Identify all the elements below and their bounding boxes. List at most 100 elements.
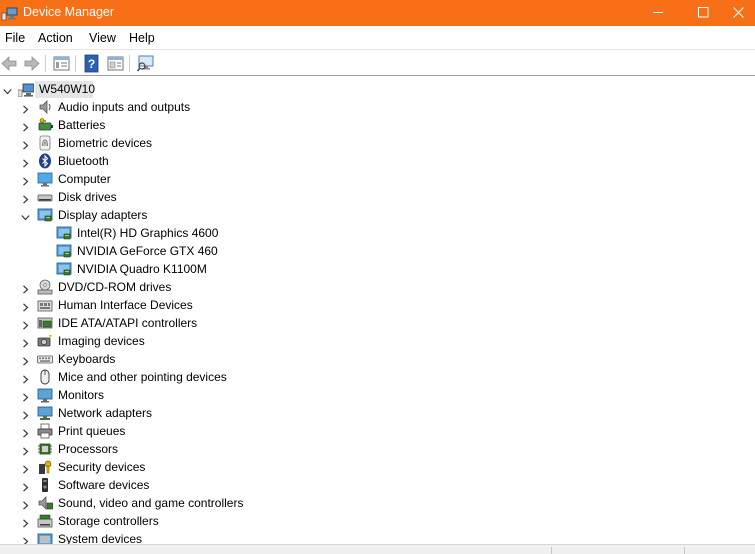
chevron-right-icon <box>23 375 29 384</box>
tree-root-computer[interactable]: W540W10 <box>0 80 755 98</box>
display-adapter-icon <box>37 208 53 222</box>
expand-toggle[interactable] <box>21 355 30 366</box>
expand-toggle[interactable] <box>21 157 30 168</box>
camera-icon <box>37 335 52 347</box>
expand-toggle[interactable] <box>21 391 30 402</box>
tree-category-disk-drive[interactable]: Disk drives <box>0 188 755 206</box>
tree-node-icon <box>37 207 53 223</box>
tree-node-icon <box>37 153 53 169</box>
expand-toggle[interactable] <box>21 499 30 510</box>
display-adapter-icon <box>56 244 72 258</box>
tree-category-processor[interactable]: Processors <box>0 440 755 458</box>
tree-category-printer[interactable]: Print queues <box>0 422 755 440</box>
toolbar: ? <box>0 51 755 76</box>
expand-toggle[interactable] <box>21 427 30 438</box>
menu-help[interactable]: Help <box>129 31 155 45</box>
chevron-right-icon <box>23 105 29 114</box>
tree-category-hid[interactable]: Human Interface Devices <box>0 296 755 314</box>
fingerprint-icon <box>39 135 51 151</box>
expand-toggle[interactable] <box>21 121 30 132</box>
help-button[interactable]: ? <box>82 54 101 73</box>
expand-toggle[interactable] <box>21 103 30 114</box>
expand-toggle[interactable] <box>21 445 30 456</box>
tree-node-label: Display adapters <box>58 208 148 222</box>
expand-toggle[interactable] <box>21 319 30 330</box>
tree-category-computer[interactable]: Computer <box>0 170 755 188</box>
chevron-right-icon <box>23 411 29 420</box>
menu-view[interactable]: View <box>89 31 116 45</box>
tree-device-item[interactable]: NVIDIA Quadro K1100M <box>0 260 755 278</box>
tree-category-network-adapter[interactable]: Network adapters <box>0 404 755 422</box>
tree-device-item[interactable]: Intel(R) HD Graphics 4600 <box>0 224 755 242</box>
tree-category-display-adapter[interactable]: Display adapters <box>0 206 755 224</box>
properties-button[interactable] <box>52 54 71 73</box>
chevron-down-icon <box>3 89 12 95</box>
expand-toggle[interactable] <box>21 463 30 474</box>
tree-node-label: Audio inputs and outputs <box>58 100 191 114</box>
tree-node-label: Intel(R) HD Graphics 4600 <box>77 226 219 240</box>
show-hide-panel-icon <box>107 56 124 71</box>
tree-node-icon <box>37 117 53 133</box>
scan-hardware-button[interactable] <box>136 54 155 73</box>
close-icon <box>733 7 744 18</box>
tree-node-label: Software devices <box>58 478 150 492</box>
minimize-button[interactable] <box>636 0 682 26</box>
tree-category-security-key[interactable]: Security devices <box>0 458 755 476</box>
expand-toggle[interactable] <box>21 517 30 528</box>
menu-action[interactable]: Action <box>38 31 73 45</box>
chevron-right-icon <box>23 357 29 366</box>
collapse-toggle[interactable] <box>21 211 30 221</box>
maximize-button[interactable] <box>681 0 727 26</box>
tree-category-system-device[interactable]: System devices <box>0 530 755 544</box>
tree-category-bluetooth[interactable]: Bluetooth <box>0 152 755 170</box>
back-button[interactable] <box>0 54 19 73</box>
expand-toggle[interactable] <box>21 337 30 348</box>
tree-category-keyboard[interactable]: Keyboards <box>0 350 755 368</box>
menu-file[interactable]: File <box>5 31 25 45</box>
chevron-right-icon <box>23 159 29 168</box>
tree-category-storage-controller[interactable]: Storage controllers <box>0 512 755 530</box>
tree-category-speaker[interactable]: Audio inputs and outputs <box>0 98 755 116</box>
tree-category-camera[interactable]: Imaging devices <box>0 332 755 350</box>
expand-toggle[interactable] <box>21 283 30 294</box>
expand-toggle[interactable] <box>21 481 30 492</box>
tree-node-icon <box>37 405 53 421</box>
tree-device-item[interactable]: NVIDIA GeForce GTX 460 <box>0 242 755 260</box>
tree-category-battery[interactable]: Batteries <box>0 116 755 134</box>
tree-node-icon <box>37 171 53 187</box>
tree-node-label: Biometric devices <box>58 136 153 150</box>
tree-node-icon <box>37 495 54 511</box>
expand-toggle[interactable] <box>21 175 30 186</box>
tree-node-label: Computer <box>58 172 111 186</box>
expand-toggle[interactable] <box>21 301 30 312</box>
tree-node-icon <box>56 261 72 277</box>
expand-toggle[interactable] <box>21 535 30 544</box>
tree-category-monitor[interactable]: Monitors <box>0 386 755 404</box>
tree-node-label: System devices <box>58 532 143 544</box>
tree-category-sound[interactable]: Sound, video and game controllers <box>0 494 755 512</box>
chevron-right-icon <box>23 303 29 312</box>
menu-bar: File Action View Help <box>0 26 755 50</box>
device-manager-app-icon <box>1 4 18 21</box>
system-device-icon <box>37 533 53 544</box>
forward-button[interactable] <box>22 54 41 73</box>
tree-node-icon <box>37 333 53 349</box>
tree-node-icon <box>37 423 53 439</box>
tree-category-fingerprint[interactable]: Biometric devices <box>0 134 755 152</box>
expand-toggle[interactable] <box>21 373 30 384</box>
tree-node-label: Batteries <box>58 118 106 132</box>
expand-toggle[interactable] <box>21 139 30 150</box>
tree-node-icon <box>37 477 53 493</box>
tree-category-mouse[interactable]: Mice and other pointing devices <box>0 368 755 386</box>
chevron-right-icon <box>23 465 29 474</box>
close-button[interactable] <box>724 0 755 26</box>
expand-toggle[interactable] <box>21 193 30 204</box>
tree-category-dvd-drive[interactable]: DVD/CD-ROM drives <box>0 278 755 296</box>
show-hide-panel-button[interactable] <box>106 54 125 73</box>
tree-category-ide-controller[interactable]: IDE ATA/ATAPI controllers <box>0 314 755 332</box>
toolbar-separator <box>129 55 130 72</box>
tree-node-label: Disk drives <box>58 190 117 204</box>
tree-category-software-device[interactable]: Software devices <box>0 476 755 494</box>
collapse-toggle[interactable] <box>3 85 12 95</box>
expand-toggle[interactable] <box>21 409 30 420</box>
